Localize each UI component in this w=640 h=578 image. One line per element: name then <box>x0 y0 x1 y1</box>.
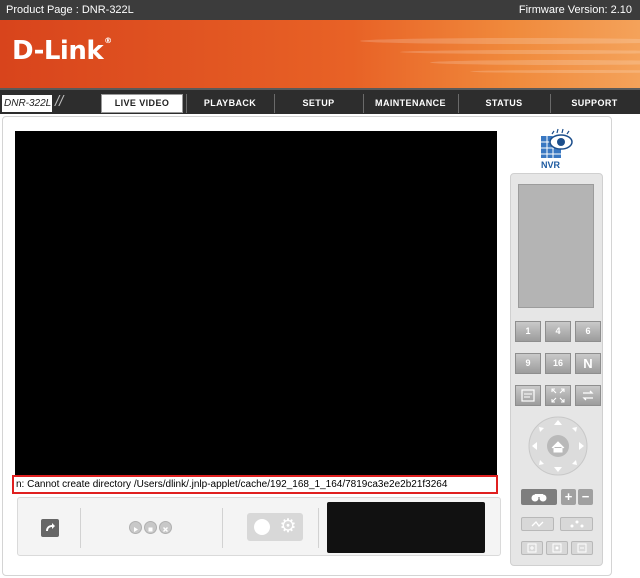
close-icon <box>163 527 168 532</box>
tab-maintenance[interactable]: MAINTENANCE <box>363 94 457 113</box>
main-nav: DNR-322L // LIVE VIDEO PLAYBACK SETUP MA… <box>0 88 640 114</box>
frame-center-icon <box>552 543 562 553</box>
ptz-direction-pad[interactable] <box>527 415 589 477</box>
rotate-icon <box>46 523 55 531</box>
layout-4-button[interactable]: 4 <box>545 321 571 342</box>
product-label: Product Page : DNR-322L <box>6 4 134 16</box>
stop-button[interactable] <box>144 521 157 534</box>
stop-icon <box>148 527 153 532</box>
snapshot-button[interactable] <box>41 519 59 537</box>
fullscreen-button[interactable] <box>545 385 571 406</box>
top-bar: Product Page : DNR-322L Firmware Version… <box>0 0 640 20</box>
focus-button[interactable] <box>521 489 557 505</box>
tab-live-video[interactable]: LIVE VIDEO <box>101 94 183 113</box>
tab-playback[interactable]: PLAYBACK <box>186 94 273 113</box>
nvr-label: NVR <box>541 160 561 170</box>
logo-text: D-Link <box>12 36 104 66</box>
zoom-out-button[interactable]: − <box>578 489 593 505</box>
swap-icon <box>582 390 594 401</box>
layout-16-button[interactable]: 16 <box>545 353 571 374</box>
error-message: n: Cannot create directory /Users/dlink/… <box>12 475 498 494</box>
close-stream-button[interactable] <box>159 521 172 534</box>
info-panel-icon <box>521 389 535 402</box>
toolbar-divider <box>318 508 319 548</box>
nav-slash-decoration: // <box>55 93 64 110</box>
tab-status[interactable]: STATUS <box>458 94 549 113</box>
info-display <box>327 502 485 553</box>
layout-1-button[interactable]: 1 <box>515 321 541 342</box>
preset-path-button[interactable] <box>560 517 593 531</box>
zoom-in-button[interactable]: + <box>561 489 576 505</box>
banner: D-Link® <box>0 20 640 88</box>
firmware-label: Firmware Version: 2.10 <box>518 4 632 16</box>
layout-n-button[interactable]: N <box>575 353 601 374</box>
path-icon <box>570 520 584 528</box>
record-settings-group: ⚙ <box>247 513 303 541</box>
settings-button[interactable]: ⚙ <box>277 516 299 538</box>
frame-line-icon <box>577 543 587 553</box>
playback-controls <box>129 519 175 537</box>
fullscreen-icon <box>551 388 565 403</box>
video-display[interactable] <box>15 131 497 475</box>
preset-3-button[interactable] <box>571 541 593 555</box>
toolbar-divider <box>222 508 223 548</box>
patrol-icon <box>531 521 544 527</box>
binoculars-icon <box>531 494 547 502</box>
camera-info-button[interactable] <box>515 385 541 406</box>
registered-mark: ® <box>104 36 112 45</box>
tab-support[interactable]: SUPPORT <box>550 94 638 113</box>
sequence-button[interactable] <box>575 385 601 406</box>
patrol-button[interactable] <box>521 517 554 531</box>
layout-9-button[interactable]: 9 <box>515 353 541 374</box>
frame-icon <box>527 543 537 553</box>
play-button[interactable] <box>129 521 142 534</box>
gear-icon: ⚙ <box>279 516 297 537</box>
record-button[interactable] <box>254 519 270 535</box>
preset-2-button[interactable] <box>546 541 568 555</box>
camera-preview <box>518 184 594 308</box>
layout-6-button[interactable]: 6 <box>575 321 601 342</box>
dlink-logo[interactable]: D-Link® <box>12 36 112 66</box>
play-icon <box>134 527 138 532</box>
tab-setup[interactable]: SETUP <box>274 94 362 113</box>
zoom-controls: + − <box>521 489 593 505</box>
preset-1-button[interactable] <box>521 541 543 555</box>
toolbar-divider <box>80 508 81 548</box>
model-label: DNR-322L <box>2 95 52 112</box>
